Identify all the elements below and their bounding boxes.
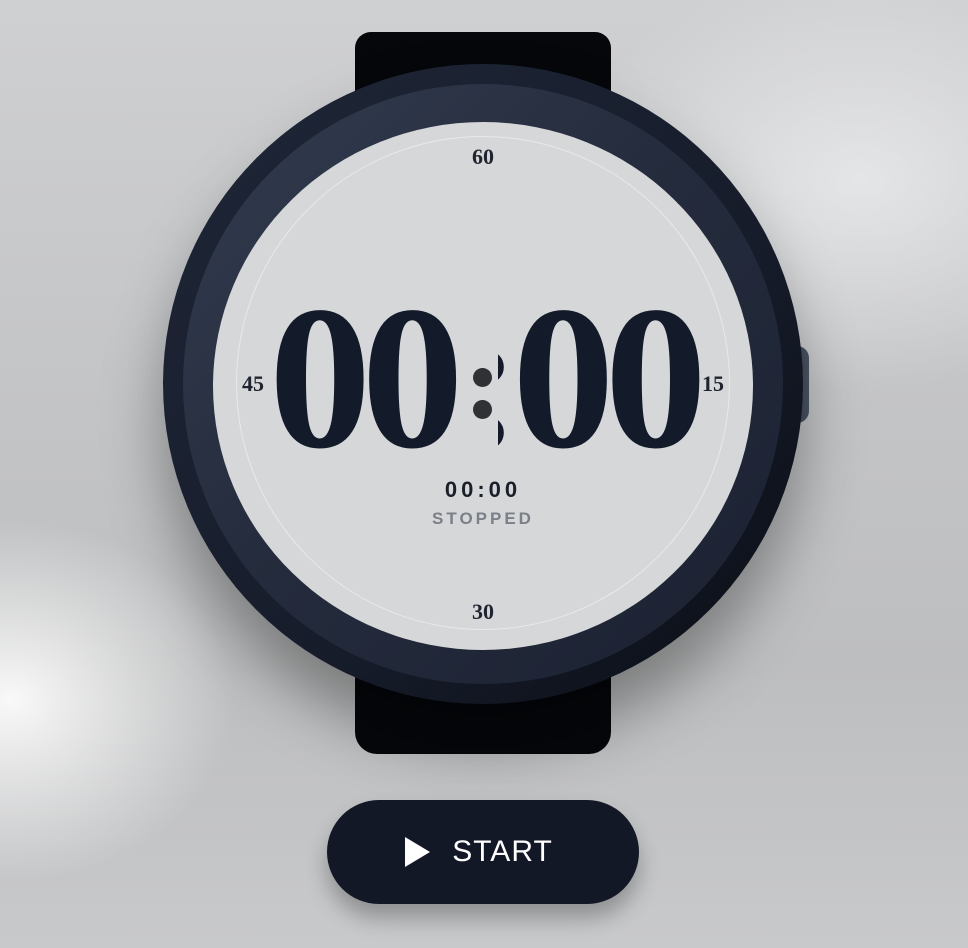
- status-label: STOPPED: [432, 509, 534, 528]
- colon-icon: [473, 368, 493, 420]
- marker-15: 15: [702, 371, 724, 396]
- start-button[interactable]: START: [327, 800, 639, 904]
- play-icon: [405, 837, 431, 867]
- marker-45: 45: [242, 371, 264, 396]
- marker-60: 60: [472, 144, 494, 169]
- sub-time-display: 00:00: [444, 477, 522, 502]
- marker-30: 30: [472, 599, 494, 624]
- start-button-label: START: [452, 835, 553, 868]
